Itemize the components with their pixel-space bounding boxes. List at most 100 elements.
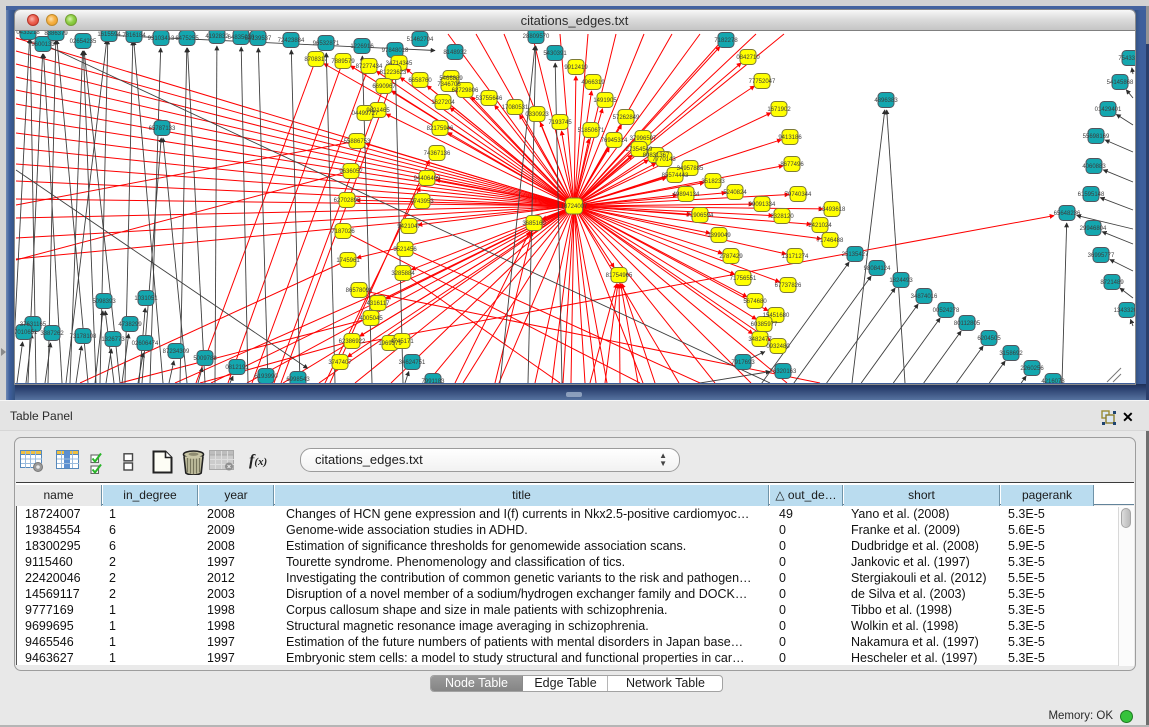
svg-text:55886753: 55886753 [344,139,371,145]
svg-text:94406409: 94406409 [414,176,441,182]
svg-text:6998543: 6998543 [286,377,310,383]
svg-text:2421024: 2421024 [808,223,832,229]
svg-text:64139537: 64139537 [245,36,272,42]
svg-text:1399049: 1399049 [707,233,731,239]
svg-text:8386379: 8386379 [44,31,68,37]
svg-text:1627204: 1627204 [431,100,455,106]
svg-text:80112805: 80112805 [954,321,981,327]
svg-text:2787429: 2787429 [719,254,743,260]
svg-text:1226916: 1226916 [350,44,374,50]
svg-text:8677496: 8677496 [780,162,804,168]
svg-text:36995777: 36995777 [1088,253,1115,259]
svg-text:13433200: 13433200 [1114,308,1135,314]
svg-text:77752047: 77752047 [749,79,776,85]
svg-text:1326773: 1326773 [101,337,125,343]
svg-text:04499727: 04499727 [352,111,379,117]
svg-text:6193990: 6193990 [254,374,278,380]
svg-text:8721489: 8721489 [1100,280,1124,286]
svg-text:5240824: 5240824 [723,190,747,196]
svg-text:28809570: 28809570 [523,34,550,40]
svg-text:5098393: 5098393 [92,299,116,305]
svg-text:79740344: 79740344 [785,192,812,198]
svg-text:8148932: 8148932 [443,50,467,56]
svg-text:62386922: 62386922 [339,339,366,345]
svg-text:85574443: 85574443 [662,173,689,179]
svg-text:7816184: 7816184 [122,33,146,39]
svg-text:76945314: 76945314 [601,138,628,144]
svg-text:02606474: 02606474 [132,341,159,347]
svg-text:9743953: 9743953 [410,199,434,205]
svg-text:7991183: 7991183 [422,379,446,383]
svg-text:86578091: 86578091 [346,288,373,294]
svg-text:3158692: 3158692 [999,351,1023,357]
svg-text:34957885: 34957885 [677,166,704,172]
svg-text:81223623: 81223623 [380,70,407,76]
svg-text:4192832: 4192832 [205,34,229,40]
svg-text:0932480: 0932480 [766,344,790,350]
svg-text:62702895: 62702895 [334,198,361,204]
svg-text:00524278: 00524278 [933,308,960,314]
svg-text:81754965: 81754965 [606,273,633,279]
svg-text:65787133: 65787133 [149,126,176,132]
svg-text:1031051: 1031051 [134,296,158,302]
svg-text:5674680: 5674680 [743,299,767,305]
svg-text:18724007: 18724007 [561,204,588,210]
svg-text:8708317: 8708317 [304,57,328,63]
svg-text:25135427: 25135427 [842,252,869,258]
svg-text:7770143: 7770143 [652,157,676,163]
svg-text:98084124: 98084124 [864,266,891,272]
svg-text:4745171: 4745171 [390,339,414,345]
svg-text:1615594: 1615594 [97,32,121,38]
svg-text:29946804: 29946804 [1080,226,1107,232]
svg-text:67010651: 67010651 [15,330,38,336]
svg-text:4005045: 4005045 [359,316,383,322]
svg-text:15451680: 15451680 [763,313,790,319]
svg-text:3685160: 3685160 [522,221,546,227]
svg-text:9413186: 9413186 [778,135,802,141]
svg-text:13493618: 13493618 [819,207,846,213]
svg-text:71746488: 71746488 [817,238,844,244]
svg-text:7187026: 7187026 [331,229,355,235]
svg-text:6204505: 6204505 [977,336,1001,342]
svg-text:53755646: 53755646 [476,96,503,102]
svg-text:4316117: 4316117 [367,301,391,307]
svg-text:6658760: 6658760 [408,78,432,84]
svg-text:4896383: 4896383 [874,98,898,104]
svg-text:6475255: 6475255 [175,36,199,42]
svg-text:7182278: 7182278 [714,38,738,44]
svg-text:55698169: 55698169 [1083,134,1110,140]
svg-text:62729806: 62729806 [452,88,479,94]
svg-text:3285884: 3285884 [391,271,415,277]
svg-text:87234309: 87234309 [163,349,190,355]
svg-text:71756551: 71756551 [730,276,757,282]
svg-text:71906594: 71906594 [687,213,714,219]
svg-text:4966319: 4966319 [581,80,605,86]
svg-text:51850671: 51850671 [578,128,605,134]
svg-text:9912419: 9912419 [564,65,588,71]
svg-text:2328120: 2328120 [770,214,794,220]
svg-text:57262849: 57262849 [613,115,640,121]
svg-text:65648236: 65648236 [1054,211,1081,217]
svg-text:76320163: 76320163 [770,369,797,375]
svg-text:0842710: 0842710 [736,55,760,61]
svg-text:34874016: 34874016 [911,294,938,300]
svg-text:34714345: 34714345 [386,61,413,67]
svg-text:1491905: 1491905 [593,98,617,104]
svg-text:1745961: 1745961 [336,258,360,264]
svg-text:51462704: 51462704 [407,37,434,43]
svg-text:4060883: 4060883 [1082,164,1106,170]
svg-text:0433218: 0433218 [16,31,40,36]
svg-text:96532871: 96532871 [313,41,340,47]
svg-text:02654235: 02654235 [70,39,97,45]
svg-text:9600133: 9600133 [31,42,55,48]
svg-text:9636057: 9636057 [339,169,363,175]
svg-text:34624751: 34624751 [399,360,426,366]
svg-text:3482477: 3482477 [748,337,772,343]
svg-text:37631165: 37631165 [20,322,47,328]
svg-text:3387262: 3387262 [40,331,64,337]
svg-text:1824493: 1824493 [889,278,913,284]
svg-text:7917693: 7917693 [731,360,755,366]
svg-text:0330923: 0330923 [525,112,549,118]
svg-text:37996507: 37996507 [630,136,657,142]
svg-text:5430391: 5430391 [543,51,567,57]
